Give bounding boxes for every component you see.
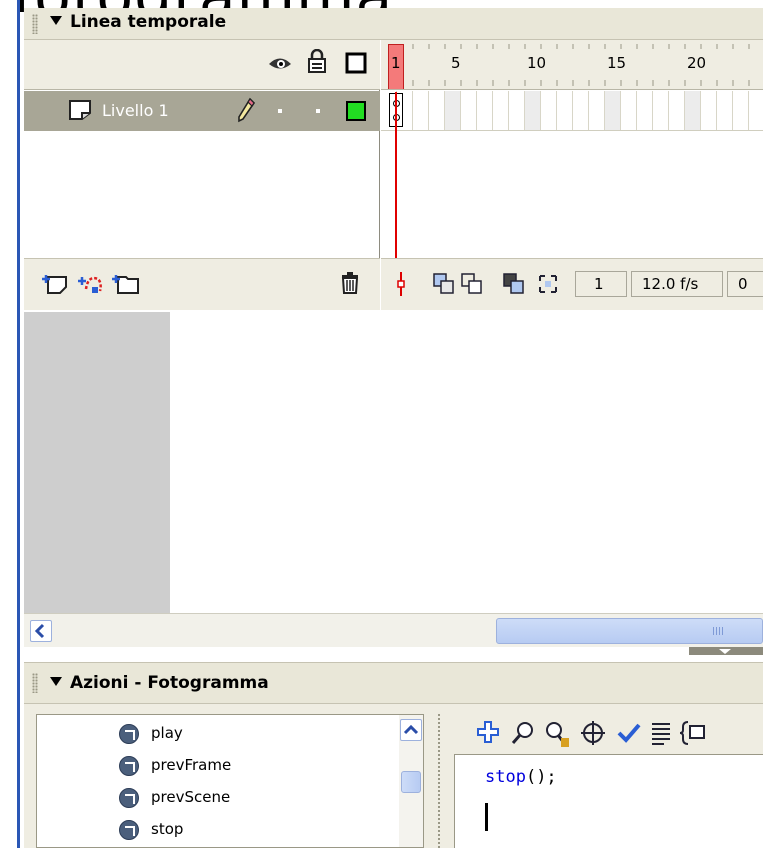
actions-title[interactable]: Azioni - Fotogramma	[50, 673, 269, 693]
trash-icon[interactable]	[340, 271, 360, 295]
code-line-1[interactable]: stop();	[485, 767, 557, 787]
scroll-up-button[interactable]	[400, 719, 422, 741]
code-rest: ();	[525, 767, 557, 787]
scroll-left-button[interactable]	[30, 620, 52, 642]
onion-skin-outline-icon[interactable]	[461, 273, 483, 295]
toolbox-vertical-scrollbar[interactable]	[399, 715, 423, 847]
playhead-line	[395, 92, 397, 262]
frame-area: 1 5 10 15 20 1 12.0 f/s 0	[381, 40, 763, 310]
scroll-thumb[interactable]	[401, 771, 421, 793]
code-keyword: stop	[485, 767, 526, 787]
layer-row[interactable]: Livello 1	[24, 91, 380, 131]
insert-layer-icon[interactable]	[40, 271, 68, 295]
lock-icon[interactable]	[308, 49, 326, 73]
list-item-label: prevFrame	[151, 756, 232, 774]
panel-grip[interactable]	[32, 673, 38, 693]
lock-dot[interactable]	[316, 109, 320, 113]
panel-splitter[interactable]	[24, 647, 763, 659]
script-toolbar	[448, 714, 763, 754]
layer-icon	[69, 100, 91, 120]
pencil-icon	[238, 97, 256, 123]
actions-toolbox: play prevFrame prevScene stop	[36, 714, 424, 848]
find-icon[interactable]	[510, 720, 536, 746]
add-item-icon[interactable]	[476, 720, 502, 746]
auto-format-icon[interactable]	[650, 720, 672, 746]
script-editor[interactable]: stop();	[454, 754, 763, 848]
scroll-thumb[interactable]	[496, 618, 763, 644]
insert-folder-icon[interactable]	[110, 271, 140, 295]
action-icon	[119, 788, 139, 808]
layer-footer	[24, 258, 380, 310]
list-item-label: play	[151, 724, 183, 742]
layer-name[interactable]: Livello 1	[102, 101, 169, 120]
collapse-triangle-icon	[50, 677, 62, 686]
current-frame-field: 1	[575, 271, 627, 297]
ruler-label-1: 1	[391, 54, 401, 72]
ruler-label-10: 10	[527, 54, 547, 72]
eye-icon[interactable]	[268, 53, 292, 73]
timeline-title-label: Linea temporale	[70, 12, 227, 32]
timeline-status-bar: 1 12.0 f/s 0	[381, 258, 763, 310]
timeline-header[interactable]: Linea temporale	[24, 8, 763, 40]
code-hint-icon[interactable]	[680, 720, 706, 746]
layer-outline-color-swatch[interactable]	[346, 101, 366, 121]
edit-multiple-frames-icon[interactable]	[503, 273, 525, 295]
timeline-title[interactable]: Linea temporale	[50, 12, 226, 32]
visibility-dot[interactable]	[278, 109, 282, 113]
layer-column-header	[24, 40, 380, 90]
ruler-label-5: 5	[451, 54, 461, 72]
pasteboard	[24, 312, 170, 613]
text-caret	[485, 803, 488, 831]
elapsed-time-field: 0	[727, 271, 763, 297]
panel-grip[interactable]	[32, 14, 38, 34]
actions-header[interactable]: Azioni - Fotogramma	[24, 662, 763, 704]
stage[interactable]	[24, 312, 763, 613]
list-item-label: prevScene	[151, 788, 231, 806]
timeline-panel: Livello 1 1 5 10 15 20 1 12.0 f/s 0	[24, 40, 763, 310]
action-icon	[119, 724, 139, 744]
stage-horizontal-scrollbar[interactable]	[24, 613, 763, 647]
frame-row[interactable]	[381, 91, 763, 131]
layer-list: Livello 1	[24, 40, 380, 310]
list-item-label: stop	[151, 820, 184, 838]
frame-rate-field: 12.0 f/s	[631, 271, 723, 297]
scroll-left-icon	[34, 623, 45, 639]
center-frame-icon[interactable]	[393, 271, 409, 297]
check-syntax-icon[interactable]	[616, 720, 642, 746]
splitter-handle[interactable]	[689, 647, 763, 655]
ruler-label-20: 20	[687, 54, 707, 72]
actions-title-label: Azioni - Fotogramma	[70, 673, 269, 693]
actions-panel: play prevFrame prevScene stop stop();	[24, 704, 763, 848]
add-motion-guide-icon[interactable]	[76, 271, 104, 295]
ruler-label-15: 15	[607, 54, 627, 72]
find-replace-icon[interactable]	[544, 720, 570, 748]
window-left-edge	[0, 0, 20, 848]
collapse-triangle-icon	[50, 16, 62, 25]
target-path-icon[interactable]	[580, 720, 606, 746]
modify-onion-markers-icon[interactable]	[537, 273, 559, 295]
scroll-up-icon	[403, 724, 419, 735]
outline-icon[interactable]	[345, 52, 367, 74]
panel-divider[interactable]	[438, 714, 440, 848]
action-icon	[119, 756, 139, 776]
onion-skin-icon[interactable]	[433, 273, 455, 295]
frame-ruler[interactable]: 1 5 10 15 20	[381, 40, 763, 90]
action-icon	[119, 820, 139, 840]
